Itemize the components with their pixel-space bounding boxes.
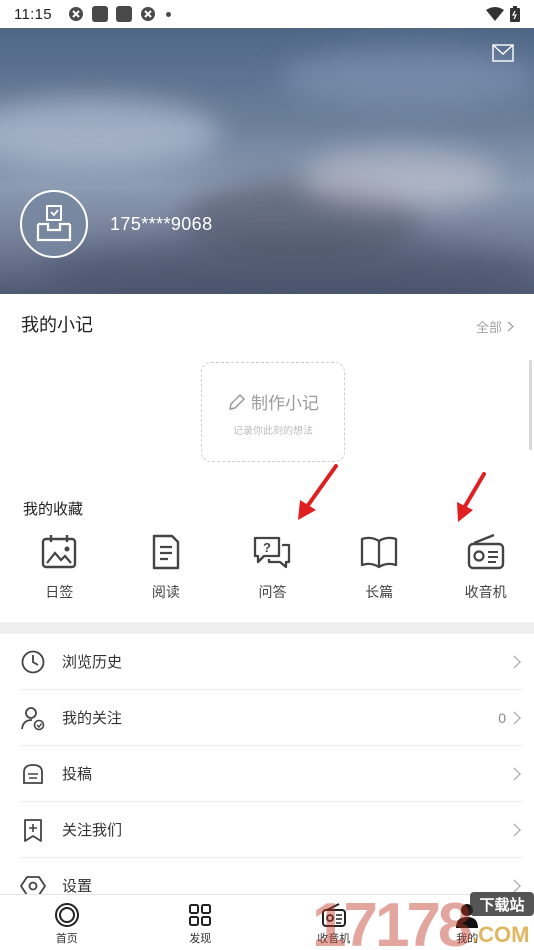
- app-notification-icon: [68, 7, 83, 21]
- watermark-sub: 下载站: [479, 896, 524, 914]
- chevron-right-icon: [513, 766, 522, 781]
- make-note-label: 制作小记: [251, 394, 319, 413]
- annotation-arrow: [457, 472, 486, 522]
- favorite-daily-sign[interactable]: 日签: [11, 532, 108, 602]
- chevron-right-icon: [513, 822, 522, 837]
- notes-section-title: 我的小记: [21, 315, 93, 335]
- settings-menu: 浏览历史 我的关注 0 投稿 关注我们 设置: [0, 634, 534, 914]
- home-circle-icon: [54, 903, 79, 927]
- tab-discover[interactable]: 发现: [134, 895, 268, 950]
- app-notification-icon: [115, 6, 132, 22]
- favorites-section-title: 我的收藏: [23, 501, 84, 518]
- user-follow-icon: [21, 706, 45, 730]
- favorite-long-form[interactable]: 长篇: [331, 532, 428, 602]
- tab-label: 发现: [189, 933, 212, 945]
- open-book-icon: [360, 536, 398, 569]
- app-notification-icon: [91, 6, 108, 22]
- bookmark-plus-icon: [24, 818, 42, 842]
- menu-item-label: 投稿: [62, 766, 93, 783]
- chevron-right-icon: [513, 654, 522, 669]
- menu-item-following[interactable]: 我的关注 0: [20, 690, 522, 746]
- user-phone: 175****9068: [110, 214, 213, 234]
- make-note-button[interactable]: 制作小记 记录你此刻的想法: [201, 362, 345, 462]
- status-time: 11:15: [14, 5, 52, 23]
- more-notifications-dot: [165, 11, 171, 17]
- favorite-label: 长篇: [365, 584, 394, 600]
- favorite-label: 问答: [258, 584, 287, 600]
- watermark-domain: .COM: [472, 922, 529, 947]
- battery-icon: [510, 6, 520, 22]
- grid-icon: [189, 904, 212, 926]
- profile-header: 175****9068: [0, 28, 534, 294]
- menu-item-value: 0: [498, 709, 506, 726]
- favorite-qa[interactable]: ? 问答: [224, 532, 321, 602]
- scrollbar[interactable]: [529, 360, 532, 450]
- chevron-right-icon: [507, 321, 514, 332]
- make-note-hint: 记录你此刻的想法: [233, 426, 313, 437]
- favorite-label: 收音机: [464, 584, 507, 600]
- favorite-reading[interactable]: 阅读: [118, 532, 215, 602]
- inbox-icon: [23, 763, 43, 784]
- tab-home[interactable]: 首页: [0, 895, 134, 950]
- menu-item-label: 关注我们: [62, 822, 123, 839]
- chevron-right-icon: [513, 710, 522, 725]
- svg-text:?: ?: [264, 540, 272, 555]
- app-notification-icon: [140, 7, 155, 21]
- radio-icon: [467, 533, 504, 570]
- favorite-radio[interactable]: 收音机: [437, 532, 534, 602]
- site-watermark: 17178 下载站 .COM: [312, 891, 534, 950]
- tab-label: 首页: [55, 933, 78, 945]
- wifi-icon: [486, 7, 504, 21]
- mail-icon[interactable]: [492, 44, 514, 62]
- watermark-text: 17178: [312, 891, 471, 950]
- menu-item-label: 浏览历史: [62, 654, 123, 671]
- clock-icon: [21, 650, 45, 673]
- notes-all-link[interactable]: 全部: [476, 317, 514, 336]
- notes-all-label: 全部: [475, 320, 502, 335]
- qa-bubble-icon: ?: [254, 536, 291, 569]
- menu-item-label: 我的关注: [62, 710, 123, 727]
- menu-item-follow-us[interactable]: 关注我们: [20, 802, 522, 858]
- menu-item-submit[interactable]: 投稿: [20, 746, 522, 802]
- avatar-placeholder-icon: [36, 205, 72, 242]
- calendar-image-icon: [42, 535, 77, 569]
- favorites-row: 日签 阅读 ? 问答 长篇 收音机: [0, 532, 534, 602]
- status-bar: 11:15: [0, 0, 534, 28]
- section-divider: [0, 622, 534, 634]
- favorite-label: 日签: [45, 584, 74, 600]
- document-icon: [152, 534, 180, 570]
- avatar[interactable]: [20, 190, 88, 258]
- annotation-arrow: [298, 464, 338, 520]
- favorite-label: 阅读: [151, 584, 180, 600]
- menu-item-history[interactable]: 浏览历史: [20, 634, 522, 690]
- pencil-icon: [229, 393, 246, 410]
